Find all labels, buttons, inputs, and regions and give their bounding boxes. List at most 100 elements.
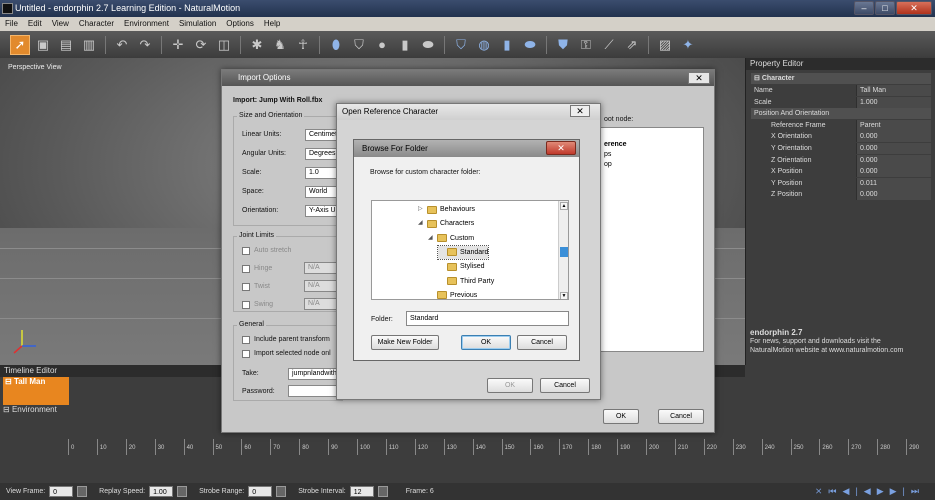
property-group-character[interactable]: ⊟ Character bbox=[751, 73, 931, 84]
property-value[interactable]: 1.000 bbox=[856, 96, 931, 108]
tree-item-standard[interactable]: Standard bbox=[436, 244, 490, 260]
root-node-item[interactable]: ps bbox=[604, 150, 703, 160]
rotate-icon[interactable]: ⟳ bbox=[191, 35, 211, 55]
select-arrow-icon[interactable]: ➚ bbox=[10, 34, 30, 55]
character-add-icon[interactable]: ✱ bbox=[247, 35, 267, 55]
property-row[interactable]: Name Tall Man bbox=[751, 85, 931, 96]
replay-speed-field[interactable]: 1.00 bbox=[149, 486, 174, 497]
property-value[interactable]: Tall Man bbox=[856, 85, 931, 96]
close-icon[interactable]: ✕ bbox=[546, 141, 576, 155]
swing-checkbox[interactable] bbox=[242, 301, 250, 309]
pin-icon[interactable]: ⟋ bbox=[599, 35, 619, 55]
strobe-range-field[interactable]: 0 bbox=[248, 486, 273, 497]
import-selected-checkbox[interactable] bbox=[242, 350, 250, 358]
folder-field[interactable]: Standard bbox=[406, 311, 569, 326]
menu-simulation[interactable]: Simulation bbox=[174, 17, 221, 31]
tree-expander-icon[interactable]: ▷ bbox=[418, 203, 424, 216]
body-part-icon[interactable]: ⬮ bbox=[326, 35, 346, 55]
close-button[interactable]: ✕ bbox=[896, 1, 932, 15]
property-row[interactable]: X Position 0.000 bbox=[751, 166, 931, 178]
lock-icon[interactable]: ⚿ bbox=[576, 35, 596, 55]
make-new-folder-button[interactable]: Make New Folder bbox=[371, 335, 439, 350]
blue-sphere-icon[interactable]: ◍ bbox=[474, 35, 494, 55]
tree-item-previous[interactable]: Previous bbox=[428, 289, 477, 299]
ref-cancel-button[interactable]: Cancel bbox=[540, 378, 590, 393]
shield-shape-icon[interactable]: ⛉ bbox=[349, 35, 369, 55]
blue-cylinder-icon[interactable]: ▮ bbox=[497, 35, 517, 55]
menu-file[interactable]: File bbox=[0, 17, 23, 31]
property-row[interactable]: Z Position 0.000 bbox=[751, 189, 931, 201]
browse-ok-button[interactable]: OK bbox=[461, 335, 511, 350]
root-node-item[interactable]: op bbox=[604, 160, 703, 170]
tree-item-custom[interactable]: ◢ Custom bbox=[428, 232, 474, 245]
property-row[interactable]: X Orientation 0.000 bbox=[751, 131, 931, 143]
import-icon[interactable]: ▤ bbox=[56, 35, 76, 55]
redo-icon[interactable]: ↷ bbox=[135, 35, 155, 55]
tree-item-behaviours[interactable]: ▷ Behaviours bbox=[418, 203, 475, 216]
property-value[interactable]: 0.000 bbox=[856, 154, 931, 166]
menu-help[interactable]: Help bbox=[259, 17, 285, 31]
menu-environment[interactable]: Environment bbox=[119, 17, 174, 31]
constraint-shield-icon[interactable]: ⛊ bbox=[553, 35, 573, 55]
camera-icon[interactable]: ▨ bbox=[655, 35, 675, 55]
scroll-thumb[interactable] bbox=[560, 247, 568, 257]
property-value[interactable]: Parent bbox=[856, 119, 931, 131]
property-value[interactable]: 0.011 bbox=[856, 177, 931, 189]
tree-item-third-party[interactable]: Third Party bbox=[438, 275, 494, 288]
maximize-button[interactable]: □ bbox=[875, 1, 895, 15]
tree-scrollbar[interactable]: ▲ ▼ bbox=[558, 201, 568, 299]
tree-item-characters[interactable]: ◢ Characters bbox=[418, 217, 474, 230]
menu-edit[interactable]: Edit bbox=[23, 17, 47, 31]
character-pose-icon[interactable]: ♞ bbox=[270, 35, 290, 55]
auto-stretch-checkbox[interactable] bbox=[242, 247, 250, 255]
property-row[interactable]: Reference Frame Parent bbox=[751, 119, 931, 131]
property-value[interactable]: 0.000 bbox=[856, 166, 931, 178]
close-icon[interactable]: ✕ bbox=[570, 105, 590, 117]
password-field[interactable] bbox=[288, 385, 338, 397]
strobe-interval-spinner[interactable] bbox=[377, 486, 388, 497]
move-icon[interactable]: ✛ bbox=[168, 35, 188, 55]
property-row[interactable]: Z Orientation 0.000 bbox=[751, 154, 931, 166]
playback-controls[interactable]: ⨯⏮◀|◀▶▶|⏭ bbox=[815, 486, 925, 497]
close-icon[interactable]: ✕ bbox=[688, 72, 710, 84]
folder-tree[interactable]: ▲ ▼ ▷ Behaviours ◢ Characters ◢ Custom Standar… bbox=[371, 200, 569, 300]
track-environment[interactable]: ⊟ Environment bbox=[3, 405, 103, 417]
import-ok-button[interactable]: OK bbox=[603, 409, 639, 424]
strobe-range-spinner[interactable] bbox=[276, 486, 287, 497]
view-frame-field[interactable]: 0 bbox=[49, 486, 74, 497]
take-select[interactable]: jumpnlandwith bbox=[288, 368, 338, 380]
property-value[interactable]: 0.000 bbox=[856, 189, 931, 201]
timeline-ruler[interactable]: 0 10 20 30 40 50 60 70 80 90 100 110 120 130 140 150 160… bbox=[60, 439, 935, 457]
export-icon[interactable]: ▥ bbox=[79, 35, 99, 55]
property-row[interactable]: Scale 1.000 bbox=[751, 96, 931, 108]
root-node-item[interactable]: erence bbox=[604, 140, 703, 150]
sphere-icon[interactable]: ● bbox=[372, 35, 392, 55]
replay-speed-spinner[interactable] bbox=[177, 486, 188, 497]
blue-capsule-icon[interactable]: ⬬ bbox=[520, 35, 540, 55]
tree-expander-icon[interactable]: ◢ bbox=[428, 232, 434, 245]
tree-item-stylised[interactable]: Stylised bbox=[438, 260, 485, 273]
strobe-interval-field[interactable]: 12 bbox=[349, 486, 374, 497]
capsule-icon[interactable]: ⬬ bbox=[418, 35, 438, 55]
hinge-checkbox[interactable] bbox=[242, 265, 250, 273]
behaviour-icon[interactable]: ✦ bbox=[678, 35, 698, 55]
ref-ok-button[interactable]: OK bbox=[487, 378, 533, 393]
property-value[interactable]: 0.000 bbox=[856, 143, 931, 154]
property-row[interactable]: Y Position 0.011 bbox=[751, 177, 931, 189]
tree-expander-icon[interactable]: ◢ bbox=[418, 217, 424, 230]
root-node-list[interactable]: erence ps op bbox=[600, 127, 704, 352]
track-tall-man[interactable]: ⊟ Tall Man bbox=[3, 377, 69, 405]
twist-checkbox[interactable] bbox=[242, 283, 250, 291]
scroll-down-icon[interactable]: ▼ bbox=[560, 292, 568, 299]
scroll-up-icon[interactable]: ▲ bbox=[560, 202, 568, 210]
force-icon[interactable]: ⇗ bbox=[622, 35, 642, 55]
property-row[interactable]: Position And Orientation bbox=[751, 108, 931, 120]
blue-shield-icon[interactable]: ⛉ bbox=[451, 35, 471, 55]
minimize-button[interactable]: ‒ bbox=[854, 1, 874, 15]
frame-icon[interactable]: ◫ bbox=[214, 35, 234, 55]
property-value[interactable]: 0.000 bbox=[856, 131, 931, 143]
save-icon[interactable]: ▣ bbox=[33, 35, 53, 55]
cylinder-icon[interactable]: ▮ bbox=[395, 35, 415, 55]
menu-view[interactable]: View bbox=[47, 17, 74, 31]
browse-cancel-button[interactable]: Cancel bbox=[517, 335, 567, 350]
